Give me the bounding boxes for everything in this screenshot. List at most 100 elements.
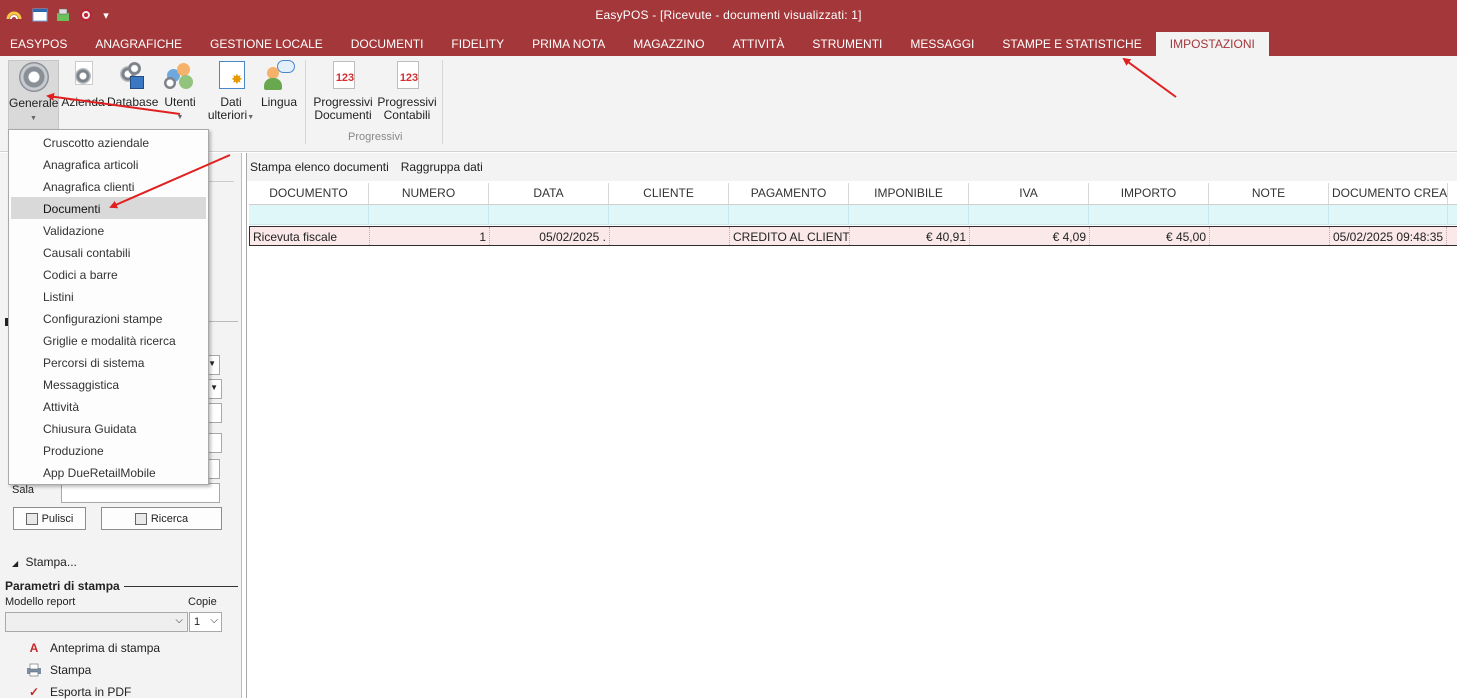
grid-filter-row[interactable]	[249, 205, 1457, 225]
ribbon-panel: Generale ▼ Azienda Database Utenti ▼ ✸ D…	[0, 56, 1457, 152]
menu-item-cruscotto[interactable]: Cruscotto aziendale	[9, 131, 208, 153]
prog-cont-label-line1: Progressivi	[377, 95, 437, 109]
filter-cell[interactable]	[729, 205, 849, 224]
generale-label: Generale	[9, 96, 59, 110]
table-cell: 05/02/2025 09:48:35 L	[1330, 227, 1447, 245]
tab-easypos[interactable]: EASYPOS	[0, 32, 81, 56]
menu-item-messaggistica[interactable]: Messaggistica	[9, 373, 208, 395]
progressivi-documenti-button[interactable]: 123 Progressivi Documenti	[312, 60, 374, 122]
generale-button[interactable]: Generale ▼	[8, 60, 59, 134]
group-label-progressivi: Progressivi	[348, 131, 403, 143]
tab-attivita[interactable]: ATTIVITÀ	[719, 32, 799, 56]
building-gear-icon	[67, 60, 99, 92]
raggruppa-dati-button[interactable]: Raggruppa dati	[401, 160, 483, 174]
column-header[interactable]: DOCUMENTO	[249, 183, 369, 204]
window-title: EasyPOS - [Ricevute - documenti visualiz…	[595, 8, 862, 22]
tab-magazzino[interactable]: MAGAZZINO	[619, 32, 718, 56]
parametri-title: Parametri di stampa	[5, 579, 120, 593]
tab-documenti[interactable]: DOCUMENTI	[337, 32, 438, 56]
filter-cell[interactable]	[969, 205, 1089, 224]
filter-cell[interactable]	[369, 205, 489, 224]
menu-item-produzione[interactable]: Produzione	[9, 439, 208, 461]
table-cell: 05/02/2025 .	[490, 227, 610, 245]
table-cell: € 45,00	[1090, 227, 1210, 245]
menu-item-percorsi-sistema[interactable]: Percorsi di sistema	[9, 351, 208, 373]
column-header[interactable]: DATA	[489, 183, 609, 204]
filter-cell[interactable]	[1329, 205, 1448, 224]
modello-report-label: Modello report	[5, 596, 76, 608]
dati-ulteriori-button[interactable]: ✸ Dati ulteriori▼	[205, 60, 257, 124]
progressivi-contabili-button[interactable]: 123 Progressivi Contabili	[376, 60, 438, 122]
filter-cell[interactable]	[609, 205, 729, 224]
column-header[interactable]: NUMERO	[369, 183, 489, 204]
menu-item-chiusura-guidata[interactable]: Chiusura Guidata	[9, 417, 208, 439]
database-icon	[116, 60, 148, 92]
pulisci-button[interactable]: Pulisci	[13, 507, 86, 530]
menu-item-anagrafica-clienti[interactable]: Anagrafica clienti	[9, 175, 208, 197]
prog-doc-label-line1: Progressivi	[313, 95, 373, 109]
tab-stampe-statistiche[interactable]: STAMPE E STATISTICHE	[988, 32, 1155, 56]
table-cell	[610, 227, 730, 245]
menu-item-validazione[interactable]: Validazione	[9, 219, 208, 241]
prog-doc-label-line2: Documenti	[314, 108, 372, 122]
filter-cell[interactable]	[249, 205, 369, 224]
azienda-button[interactable]: Azienda	[60, 60, 106, 109]
column-header[interactable]: CLIENTE	[609, 183, 729, 204]
filter-cell[interactable]	[849, 205, 969, 224]
table-cell: Ricevuta fiscale	[250, 227, 370, 245]
filter-cell[interactable]	[489, 205, 609, 224]
tab-messaggi[interactable]: MESSAGGI	[896, 32, 988, 56]
tab-prima-nota[interactable]: PRIMA NOTA	[518, 32, 619, 56]
copie-select[interactable]: 1 ⌵	[189, 612, 222, 632]
stampa-elenco-button[interactable]: Stampa elenco documenti	[250, 160, 389, 174]
menu-item-anagrafica-articoli[interactable]: Anagrafica articoli	[9, 153, 208, 175]
tab-impostazioni[interactable]: IMPOSTAZIONI	[1155, 32, 1269, 56]
lingua-button[interactable]: Lingua	[258, 60, 300, 109]
menu-item-griglie-ricerca[interactable]: Griglie e modalità ricerca	[9, 329, 208, 351]
documents-grid: DOCUMENTO NUMERO DATA CLIENTE PAGAMENTO …	[249, 183, 1457, 246]
ricerca-button[interactable]: Ricerca	[101, 507, 222, 530]
anteprima-link[interactable]: A Anteprima di stampa	[26, 640, 160, 656]
column-header[interactable]: PAGAMENTO	[729, 183, 849, 204]
menu-item-codici-barre[interactable]: Codici a barre	[9, 263, 208, 285]
menu-item-listini[interactable]: Listini	[9, 285, 208, 307]
stampa-section-toggle[interactable]: ◢ Stampa...	[12, 555, 77, 569]
menu-item-attivita[interactable]: Attività	[9, 395, 208, 417]
search-icon	[134, 512, 147, 525]
copie-label: Copie	[188, 596, 217, 608]
table-cell	[1210, 227, 1330, 245]
grid-toolbar: Stampa elenco documenti Raggruppa dati	[247, 153, 1457, 181]
menu-item-app-dueretailmobile[interactable]: App DueRetailMobile	[9, 461, 208, 483]
menu-item-documenti[interactable]: Documenti	[11, 197, 206, 219]
filter-cell[interactable]	[1089, 205, 1209, 224]
tab-anagrafiche[interactable]: ANAGRAFICHE	[81, 32, 196, 56]
modello-report-select[interactable]: ⌵	[5, 612, 188, 632]
filter-cell[interactable]	[1209, 205, 1329, 224]
utenti-button[interactable]: Utenti ▼	[160, 60, 200, 124]
tab-fidelity[interactable]: FIDELITY	[437, 32, 518, 56]
sheet-number-icon: 123	[391, 60, 423, 92]
table-cell: € 40,91	[850, 227, 970, 245]
stampa-link[interactable]: Stampa	[26, 662, 91, 678]
menu-item-causali-contabili[interactable]: Causali contabili	[9, 241, 208, 263]
table-cell: 1	[370, 227, 490, 245]
grid-header: DOCUMENTO NUMERO DATA CLIENTE PAGAMENTO …	[249, 183, 1457, 205]
column-header[interactable]: IVA	[969, 183, 1089, 204]
dati-label-line2: ulteriori	[207, 108, 248, 122]
sheet-star-icon: ✸	[215, 60, 247, 92]
database-button[interactable]: Database	[107, 60, 159, 109]
ribbon-group-separator	[442, 60, 443, 144]
column-header[interactable]: DOCUMENTO CREA...	[1329, 183, 1448, 204]
menu-item-configurazioni-stampe[interactable]: Configurazioni stampe	[9, 307, 208, 329]
tab-gestione-locale[interactable]: GESTIONE LOCALE	[196, 32, 337, 56]
tab-strumenti[interactable]: STRUMENTI	[798, 32, 896, 56]
utenti-label: Utenti	[164, 95, 196, 109]
column-header[interactable]: NOTE	[1209, 183, 1329, 204]
column-header[interactable]: IMPONIBILE	[849, 183, 969, 204]
pdf-preview-icon: A	[29, 641, 39, 655]
dati-label-line1: Dati	[220, 95, 242, 109]
database-label: Database	[107, 95, 159, 109]
sala-input[interactable]	[61, 483, 220, 503]
column-header[interactable]: IMPORTO	[1089, 183, 1209, 204]
table-row[interactable]: Ricevuta fiscale 1 05/02/2025 . CREDITO …	[249, 226, 1457, 246]
